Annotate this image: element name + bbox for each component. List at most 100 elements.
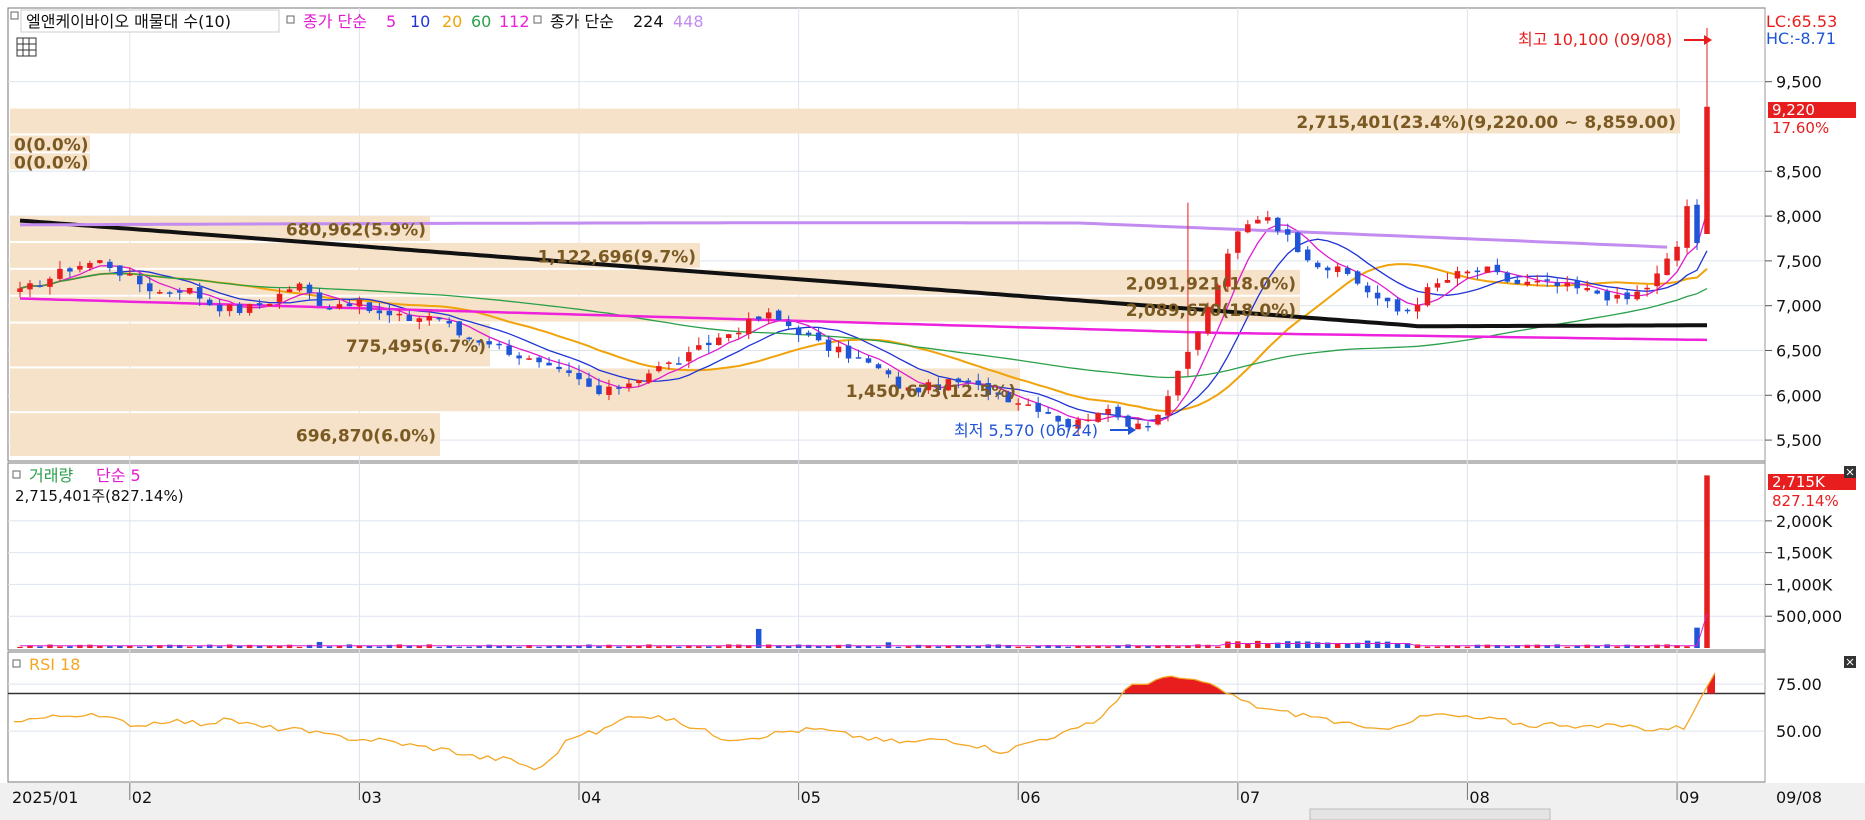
candle-body [1564,283,1570,287]
volume-bar [37,646,43,648]
candle-body [1314,262,1321,268]
candle-body [785,321,792,327]
candle-body [1334,266,1341,272]
volume-bar [905,646,912,648]
volume-toggle-icon[interactable] [12,470,21,479]
candle-body [1424,287,1431,306]
volume-bar [1255,640,1261,648]
volume-tick-label: 1,000K [1776,575,1833,594]
candle-body [276,293,283,302]
candle-body [845,345,852,359]
volume-profile-bar [10,269,1300,295]
candle-body [1354,271,1361,284]
candle-body [696,345,702,350]
candle-body [1045,411,1051,414]
candle-body [676,363,682,365]
candle-body [376,310,383,314]
volume-bar [696,646,702,648]
candle-body [47,278,53,287]
stock-chart[interactable]: 696,870(6.0%) 1,450,673(12.5%) 775,495(6.7… [0,0,1865,820]
candle-body [1454,271,1461,279]
volume-bar [1384,641,1391,648]
volume-bar [206,644,213,648]
legend-ma-label: 종가 단순 [303,12,367,31]
candle-body [1464,271,1471,274]
volume-bar [466,646,472,648]
volume-bar [1484,644,1491,648]
candle-body [1644,287,1650,290]
candle-body [576,372,582,380]
volume-bar [1704,475,1710,648]
rsi-close-icon[interactable] [1844,656,1856,668]
candle-body [117,265,123,276]
candle-body [616,387,622,389]
candle-body [127,273,133,276]
legend-ma-toggle-icon[interactable] [286,15,295,24]
volume-bar [1025,646,1031,648]
volume-profile-label: 775,495(6.7%) [346,337,486,357]
legend-toggle-icon[interactable] [10,11,19,20]
volume-bar [436,646,443,648]
candle-body [646,373,652,383]
candle-body [176,290,183,293]
volume-close-icon[interactable] [1844,466,1856,478]
price-tick-label: 7,500 [1776,252,1822,271]
candle-body [1245,224,1251,233]
candle-body [1664,258,1670,276]
candle-body [1574,280,1580,289]
candle-body [1594,290,1600,294]
rsi-toggle-icon[interactable] [12,659,21,668]
volume-bar [1294,641,1301,648]
candle-body [37,285,43,287]
candle-body [356,299,363,307]
scrollbar[interactable] [1309,808,1551,820]
candle-body [666,362,672,365]
volume-profile-label: 2,715,401(23.4%)(9,220.00 ~ 8,859.00) [1296,113,1676,133]
hc-indicator: HC:-8.71 [1766,29,1836,48]
candle-body [506,345,512,355]
volume-bar [1394,643,1401,648]
volume-bar [1614,646,1620,648]
chart-canvas[interactable]: 696,870(6.0%) 1,450,673(12.5%) 775,495(6.7… [0,0,1865,820]
volume-bar [1175,646,1181,648]
legend-title: 엘앤케이바이오 매물대 수(10) [26,12,231,31]
candle-body [596,385,602,395]
date-tick-label: 04 [581,788,601,807]
candle-body [1554,282,1561,286]
volume-profile-label: 2,089,670(18.0%) [1126,301,1296,321]
legend-ma112: 112 [499,12,530,31]
legend-ma10: 10 [410,12,430,31]
candle-body [526,358,532,360]
volume-bar [636,646,642,648]
price-tick-label: 7,000 [1776,297,1822,316]
volume-bar [57,646,63,648]
price-tick-label: 6,000 [1776,386,1822,405]
volume-bar [1684,646,1690,648]
candle-body [755,316,762,320]
candle-body [1524,281,1531,285]
volume-profile-label: 696,870(6.0%) [296,427,436,447]
price-legend[interactable]: 엘앤케이바이오 매물대 수(10) 종가 단순 5 10 20 60 112 종… [10,9,704,33]
candle-body [97,260,103,263]
volume-bar [755,628,762,648]
candle-body [316,292,323,306]
candle-body [266,303,273,306]
legend-ma2-toggle-icon[interactable] [533,15,542,24]
volume-profile-label: 1,122,696(9.7%) [538,247,696,267]
candle-body [875,364,882,369]
volume-profile-label: 680,962(5.9%) [286,221,426,241]
volume-bar [17,646,23,648]
volume-bar [1225,641,1231,648]
table-icon[interactable] [16,37,37,57]
candle-body [206,299,213,306]
candle-body [1195,332,1201,350]
price-tick-label: 8,500 [1776,162,1822,181]
candle-body [1294,232,1301,253]
candle-body [1474,270,1481,273]
candle-body [1584,288,1590,291]
candle-body [1514,279,1521,284]
volume-bar [1284,641,1291,648]
volume-value: 2,715,401주(827.14%) [15,487,184,505]
candle-body [1025,404,1031,406]
candle-body [1414,304,1421,312]
